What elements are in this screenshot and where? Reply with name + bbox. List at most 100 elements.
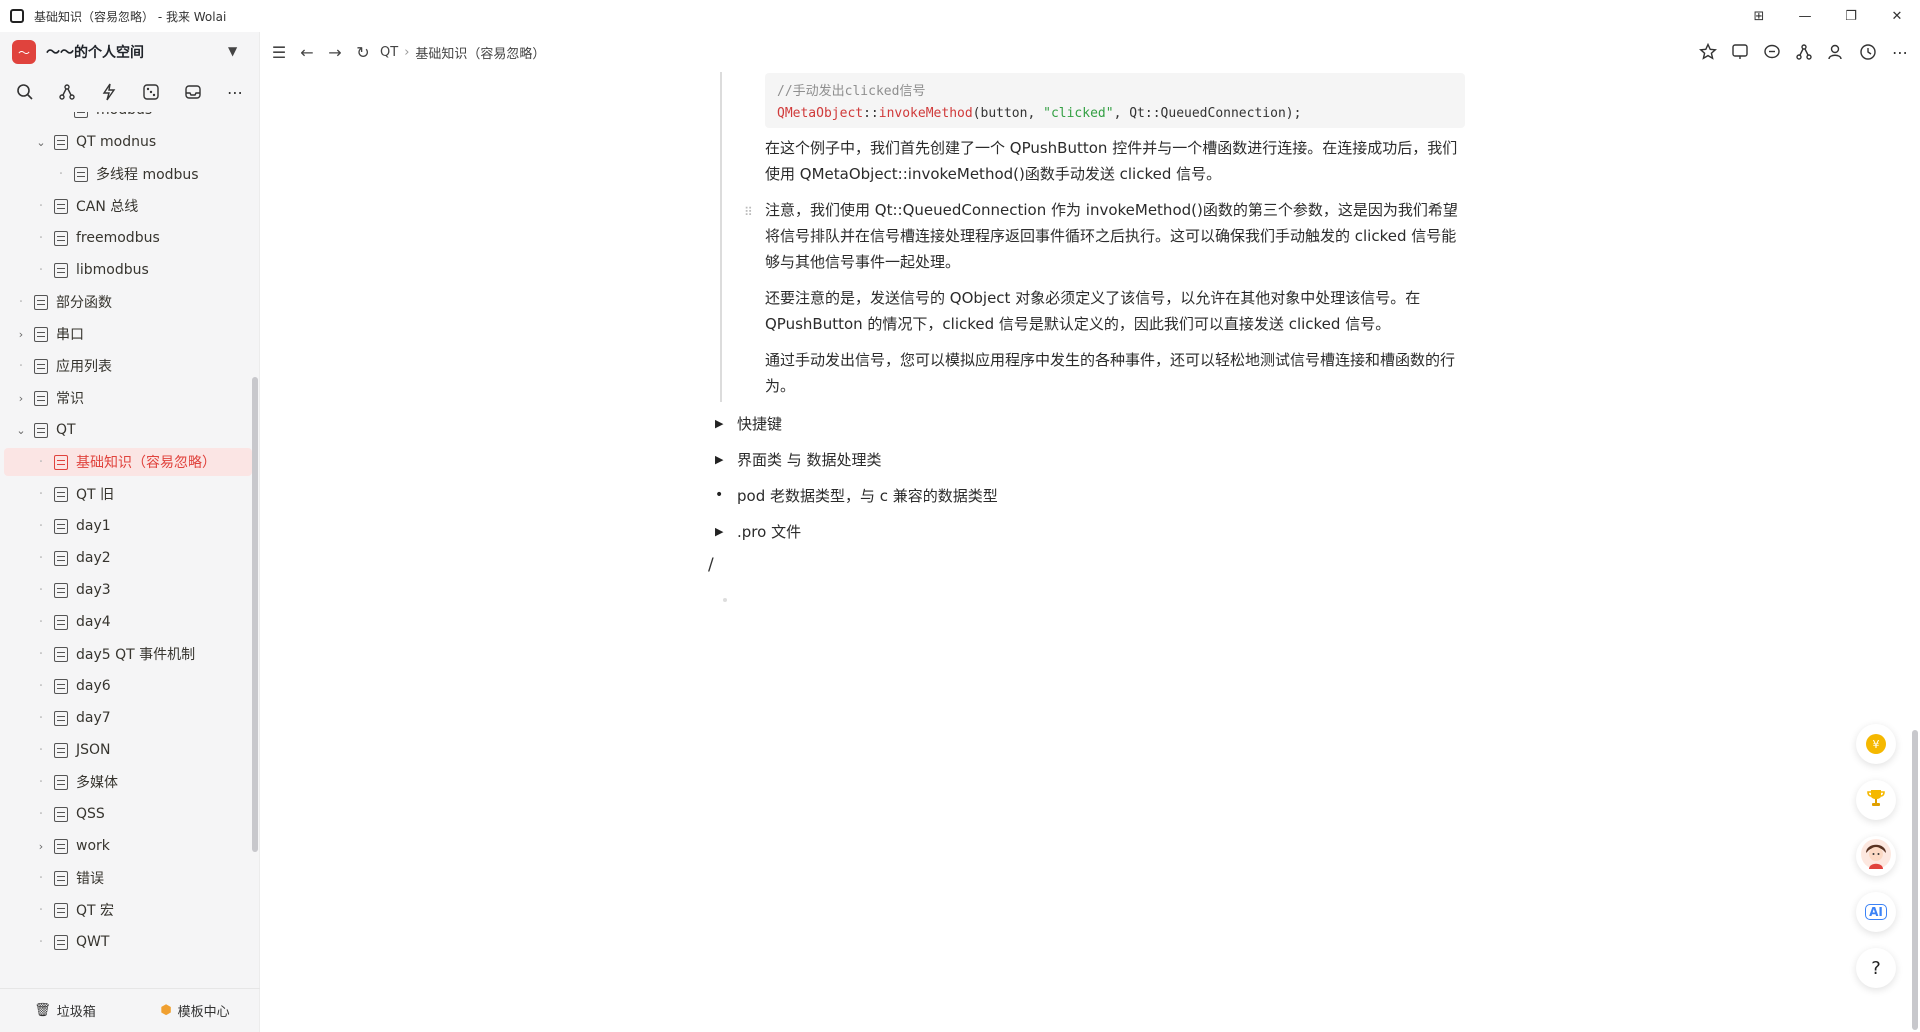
sidebar-tree-item[interactable]: · 应用列表 bbox=[4, 352, 252, 380]
bullet-dot-icon: · bbox=[38, 646, 44, 662]
menu-icon[interactable]: ☰ bbox=[270, 43, 288, 62]
toggle-arrow-icon[interactable]: ▶ bbox=[715, 453, 737, 466]
chevron-right-icon[interactable]: › bbox=[14, 328, 28, 341]
sidebar-tree-item[interactable]: · day3 bbox=[4, 576, 252, 604]
sidebar-tree-item[interactable]: · 错误 bbox=[4, 864, 252, 892]
toggle-item[interactable]: ▶ .pro 文件 bbox=[715, 517, 801, 545]
maximize-button[interactable]: ❐ bbox=[1828, 0, 1874, 32]
code-block[interactable]: //手动发出clicked信号 QMetaObject::invokeMetho… bbox=[765, 73, 1465, 128]
search-icon[interactable] bbox=[13, 80, 37, 104]
refresh-icon[interactable]: ↻ bbox=[354, 43, 372, 62]
close-button[interactable]: ✕ bbox=[1874, 0, 1920, 32]
paragraph[interactable]: 注意，我们使用 Qt::QueuedConnection 作为 invokeMe… bbox=[765, 197, 1465, 275]
sidebar-tree-item[interactable]: · modbus bbox=[4, 112, 252, 124]
sidebar-tree-item[interactable]: · freemodbus bbox=[4, 224, 252, 252]
trophy-button[interactable] bbox=[1856, 780, 1896, 820]
drag-handle-icon[interactable]: ⠿ bbox=[744, 205, 753, 219]
sidebar-footer: 🗑 垃圾箱 ⬢ 模板中心 bbox=[0, 988, 260, 1032]
share-user-icon[interactable] bbox=[1826, 42, 1846, 62]
chevron-right-icon[interactable]: › bbox=[34, 840, 48, 853]
toggle-arrow-icon[interactable]: ▶ bbox=[715, 525, 737, 538]
sidebar-tree-item[interactable]: ⌄ QT modnus bbox=[4, 128, 252, 156]
quick-action-icon[interactable] bbox=[97, 80, 121, 104]
bullet-dot-icon: · bbox=[38, 806, 44, 822]
inbox-icon[interactable] bbox=[181, 80, 205, 104]
sidebar-toolbar: ⋯ bbox=[0, 72, 259, 112]
bullet-item[interactable]: • pod 老数据类型，与 c 兼容的数据类型 bbox=[715, 481, 998, 509]
sidebar-tree-label: day5 QT 事件机制 bbox=[76, 647, 196, 663]
sidebar-tree-item[interactable]: · CAN 总线 bbox=[4, 192, 252, 220]
chevron-right-icon[interactable]: › bbox=[14, 392, 28, 405]
sidebar-tree-item[interactable]: · 部分函数 bbox=[4, 288, 252, 316]
breadcrumb-current[interactable]: 基础知识（容易忽略） bbox=[415, 43, 545, 62]
sidebar-tree-item[interactable]: › 常识 bbox=[4, 384, 252, 412]
back-icon[interactable]: ← bbox=[298, 43, 316, 62]
minimize-button[interactable]: — bbox=[1782, 0, 1828, 32]
workspace-switcher[interactable]: ～ ～～的个人空间 ▼ bbox=[0, 32, 259, 72]
paragraph[interactable]: 在这个例子中，我们首先创建了一个 QPushButton 控件并与一个槽函数进行… bbox=[765, 135, 1465, 187]
avatar-button[interactable] bbox=[1856, 836, 1896, 876]
code-rest: , Qt::QueuedConnection); bbox=[1113, 106, 1302, 121]
sidebar-tree-item[interactable]: · day4 bbox=[4, 608, 252, 636]
sidebar-tree-item[interactable]: · QT 旧 bbox=[4, 480, 252, 508]
app-icon bbox=[10, 9, 24, 23]
sidebar-tree-item[interactable]: · JSON bbox=[4, 736, 252, 764]
workspace-name: ～～的个人空间 bbox=[46, 45, 144, 61]
sidebar-tree-item[interactable]: › 串口 bbox=[4, 320, 252, 348]
sidebar-tree-item[interactable]: · QSS bbox=[4, 800, 252, 828]
main-scrollbar[interactable] bbox=[1912, 730, 1918, 1030]
page-icon bbox=[54, 678, 68, 694]
sidebar-tree-item[interactable]: · 多媒体 bbox=[4, 768, 252, 796]
dice-icon[interactable] bbox=[139, 80, 163, 104]
sidebar-tree-item[interactable]: ⌄ QT bbox=[4, 416, 252, 444]
history-icon[interactable] bbox=[1858, 42, 1878, 62]
sidebar-tree-label: 基础知识（容易忽略） bbox=[76, 455, 216, 471]
toggle-item[interactable]: ▶ 快捷键 bbox=[715, 409, 782, 437]
sidebar-tree-item[interactable]: · 基础知识（容易忽略） bbox=[4, 448, 252, 476]
present-icon[interactable] bbox=[1730, 42, 1750, 62]
help-button[interactable]: ? bbox=[1856, 948, 1896, 988]
template-center-button[interactable]: ⬢ 模板中心 bbox=[130, 989, 260, 1032]
sidebar-scrollbar[interactable] bbox=[252, 377, 258, 852]
paragraph[interactable]: 通过手动发出信号，您可以模拟应用程序中发生的各种事件，还可以轻松地测试信号槽连接… bbox=[765, 347, 1465, 399]
nav-buttons: ☰ ← → ↻ bbox=[270, 43, 372, 62]
toggle-arrow-icon[interactable]: ▶ bbox=[715, 417, 737, 430]
trash-button[interactable]: 🗑 垃圾箱 bbox=[0, 989, 130, 1032]
sidebar-tree-item[interactable]: · libmodbus bbox=[4, 256, 252, 284]
star-icon[interactable] bbox=[1698, 42, 1718, 62]
toggle-item[interactable]: ▶ 界面类 与 数据处理类 bbox=[715, 445, 882, 473]
forward-icon[interactable]: → bbox=[326, 43, 344, 62]
coin-button[interactable]: ¥ bbox=[1856, 724, 1896, 764]
paragraph[interactable]: 还要注意的是，发送信号的 QObject 对象必须定义了该信号，以允许在其他对象… bbox=[765, 285, 1465, 337]
comment-icon[interactable] bbox=[1762, 42, 1782, 62]
toggle-label: 界面类 与 数据处理类 bbox=[737, 450, 882, 469]
chevron-down-icon[interactable]: ⌄ bbox=[14, 424, 28, 437]
ai-assistant-button[interactable]: AI bbox=[1856, 892, 1896, 932]
graph-icon[interactable] bbox=[55, 80, 79, 104]
editor-cursor-text[interactable]: / bbox=[708, 555, 714, 575]
sidebar-tree-item[interactable]: › work bbox=[4, 832, 252, 860]
help-icon: ? bbox=[1871, 957, 1881, 979]
sidebar-tree-item[interactable]: · day7 bbox=[4, 704, 252, 732]
more-icon[interactable]: ⋯ bbox=[223, 80, 247, 104]
sidebar-tree-item[interactable]: · day1 bbox=[4, 512, 252, 540]
layout-icon[interactable]: ⊞ bbox=[1736, 0, 1782, 32]
sidebar-tree-item[interactable]: · day6 bbox=[4, 672, 252, 700]
page-icon bbox=[74, 112, 88, 118]
chevron-down-icon[interactable]: ▼ bbox=[228, 44, 237, 58]
breadcrumb-parent[interactable]: QT bbox=[380, 45, 398, 60]
sidebar-tree-label: day3 bbox=[76, 582, 111, 598]
more-icon[interactable]: ⋯ bbox=[1890, 42, 1910, 62]
toggle-label: 快捷键 bbox=[737, 414, 783, 433]
sidebar-tree-item[interactable]: · QWT bbox=[4, 928, 252, 956]
sidebar-tree-label: QWT bbox=[76, 934, 110, 950]
chevron-down-icon[interactable]: ⌄ bbox=[34, 136, 48, 149]
sidebar-tree-item[interactable]: · 多线程 modbus bbox=[4, 160, 252, 188]
sidebar-tree-item[interactable]: · day2 bbox=[4, 544, 252, 572]
sidebar-tree-label: CAN 总线 bbox=[76, 199, 139, 215]
sidebar-tree-item[interactable]: · QT 宏 bbox=[4, 896, 252, 924]
page-graph-icon[interactable] bbox=[1794, 42, 1814, 62]
sidebar-tree-label: 错误 bbox=[76, 871, 104, 887]
sidebar-tree-label: JSON bbox=[76, 742, 111, 758]
sidebar-tree-item[interactable]: · day5 QT 事件机制 bbox=[4, 640, 252, 668]
